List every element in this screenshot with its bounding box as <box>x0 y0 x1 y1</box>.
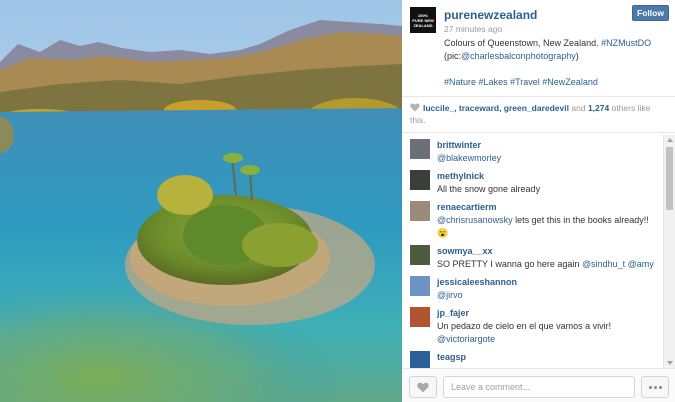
scroll-up-arrow-icon[interactable] <box>667 138 673 142</box>
caption-text: Colours of Queenstown, New Zealand. <box>444 38 599 48</box>
ellipsis-icon <box>648 385 652 389</box>
post-caption: Colours of Queenstown, New Zealand. #NZM… <box>444 37 669 89</box>
caption-pic-prefix: (pic: <box>444 51 462 61</box>
comment-username[interactable]: sowmya__xx <box>437 245 660 258</box>
avatar[interactable] <box>410 351 430 368</box>
comment-mention[interactable]: @sindhu_t <box>582 259 625 269</box>
avatar[interactable] <box>410 307 430 327</box>
hashtag-list: #Nature #Lakes #Travel #NewZealand <box>444 76 669 89</box>
comments-scrollbar[interactable] <box>663 135 675 368</box>
avatar[interactable] <box>410 139 430 159</box>
avatar[interactable]: 100% PURE NEW ZEALAND <box>410 7 436 33</box>
likes-and: and <box>571 103 586 113</box>
comment-footer <box>402 368 675 402</box>
post-photo[interactable] <box>0 0 402 402</box>
hashtag[interactable]: #NewZealand <box>542 77 598 87</box>
hashtag[interactable]: #Lakes <box>479 77 508 87</box>
comment-mention[interactable]: @amy <box>628 259 654 269</box>
heart-icon <box>417 382 429 392</box>
comment-mention[interactable]: @victoriargote <box>437 334 495 344</box>
like-button[interactable] <box>409 376 437 398</box>
caption-hashtag[interactable]: #NZMustDO <box>601 38 651 48</box>
more-options-button[interactable] <box>641 376 669 398</box>
avatar[interactable] <box>410 245 430 265</box>
comment-mention[interactable]: @blakewmorley <box>437 153 501 163</box>
heart-icon <box>410 103 420 112</box>
comment-mention[interactable]: @jirvo <box>437 290 463 300</box>
comment-text: SO PRETTY I wanna go here again <box>437 259 580 269</box>
avatar-logo-text: 100% PURE NEW ZEALAND <box>412 12 434 28</box>
scroll-down-arrow-icon[interactable] <box>667 361 673 365</box>
divider <box>402 96 675 97</box>
comment-username[interactable]: brittwinter <box>437 139 660 152</box>
hashtag[interactable]: #Nature <box>444 77 476 87</box>
comment-text: All the snow gone already <box>437 184 541 194</box>
comments-list: brittwinter @blakewmorley methylnick All… <box>402 135 663 368</box>
caption-pic-suffix: ) <box>575 51 579 61</box>
follow-button[interactable]: Follow <box>632 5 669 21</box>
comment-username[interactable]: methylnick <box>437 170 660 183</box>
post-details-panel: 100% PURE NEW ZEALAND purenewzealand 27 … <box>402 0 675 402</box>
comment-text: Un pedazo de cielo en el que vamos a viv… <box>437 321 612 331</box>
ellipsis-icon <box>658 385 662 389</box>
comment-mention[interactable]: @chrisrusanowsky <box>437 215 513 225</box>
comment-username[interactable]: jp_fajer <box>437 307 660 320</box>
scroll-thumb[interactable] <box>666 147 673 210</box>
comment-username[interactable]: teagsp <box>437 351 660 364</box>
likes-count[interactable]: 1,274 <box>588 103 609 113</box>
avatar[interactable] <box>410 201 430 221</box>
comment-username[interactable]: jessicaleeshannon <box>437 276 660 289</box>
lake-landscape-image <box>0 0 402 402</box>
avatar[interactable] <box>410 276 430 296</box>
username-link[interactable]: purenewzealand <box>444 8 537 22</box>
ellipsis-icon <box>653 385 657 389</box>
post-timestamp: 27 minutes ago <box>444 24 503 34</box>
divider <box>402 132 675 133</box>
likers-list[interactable]: luccile_, traceward, green_daredevil <box>423 103 569 113</box>
likes-summary: luccile_, traceward, green_daredevil and… <box>410 102 668 126</box>
hashtag[interactable]: #Travel <box>510 77 540 87</box>
avatar[interactable] <box>410 170 430 190</box>
comment-username[interactable]: renaecartierm <box>437 201 660 214</box>
comment-input[interactable] <box>443 376 635 398</box>
caption-mention[interactable]: @charlesbalconphotography <box>461 51 576 61</box>
post-header: 100% PURE NEW ZEALAND purenewzealand 27 … <box>402 0 675 96</box>
